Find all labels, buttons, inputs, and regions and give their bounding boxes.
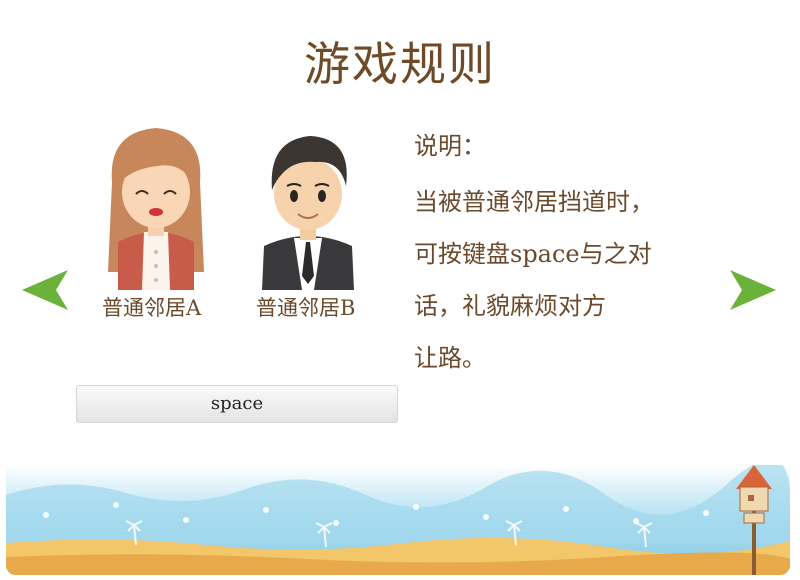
character-a-label: 普通邻居A [102, 296, 202, 320]
description-line: 可按键盘space与之对 [414, 240, 652, 268]
arrow-left-icon[interactable] [22, 270, 68, 310]
space-key-button[interactable]: space [76, 385, 398, 423]
beach-scenery [6, 465, 790, 575]
character-a-avatar [108, 128, 204, 290]
description-line: 让路。 [414, 344, 486, 372]
description-panel: 说明： 当被普通邻居挡道时， 可按键盘space与之对 话，礼貌麻烦对方 让路。 [414, 126, 714, 384]
description-heading: 说明： [414, 132, 486, 160]
page-title: 游戏规则 [304, 37, 496, 91]
arrow-right-icon[interactable] [730, 270, 776, 310]
character-b-label: 普通邻居B [256, 296, 356, 320]
character-b-avatar [262, 136, 354, 290]
description-line: 话，礼貌麻烦对方 [414, 292, 606, 320]
description-line: 当被普通邻居挡道时， [414, 188, 654, 216]
